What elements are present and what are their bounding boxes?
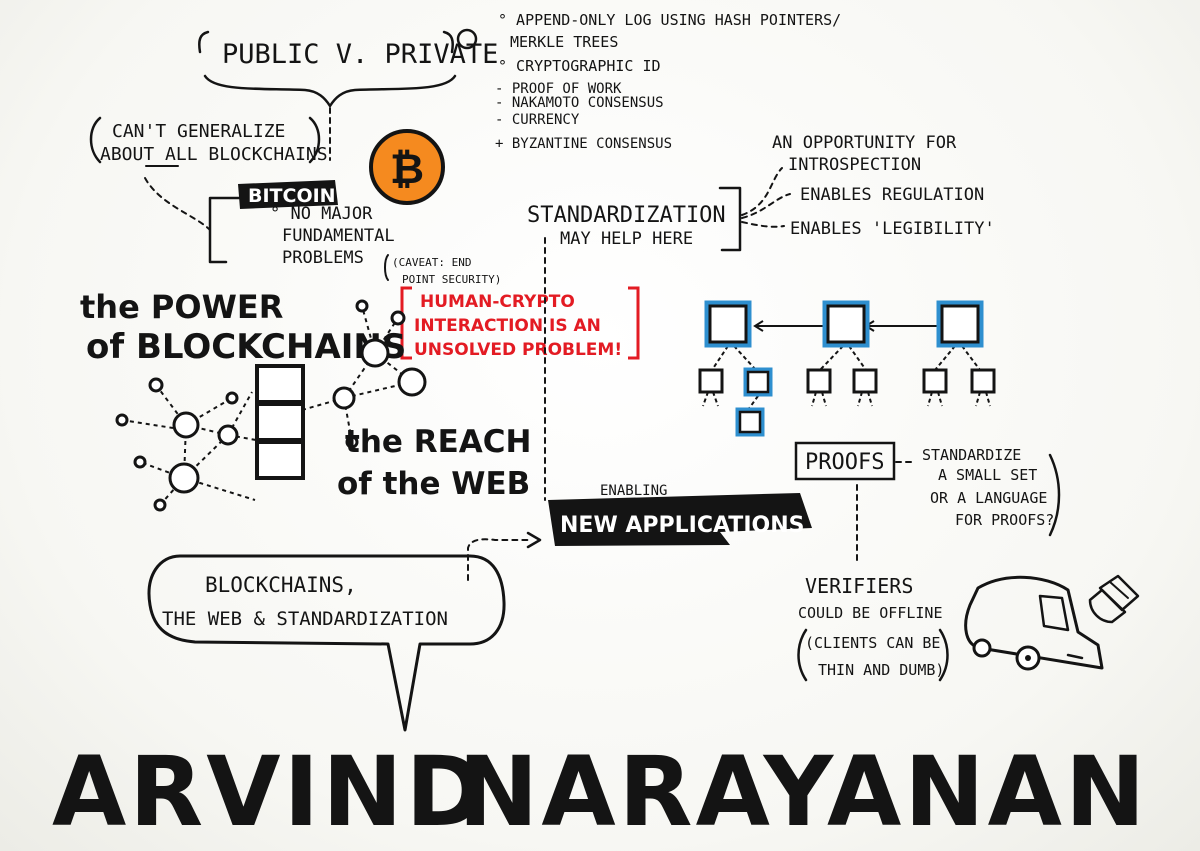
speech-line-2: the WEB & STANDARDIZATION	[162, 608, 448, 630]
caveat-line-1: (CAVEAT: END	[392, 256, 471, 269]
bitcoin-note-2: FUNDAMENTAL	[282, 226, 395, 246]
verifiers-clients-2: THIN and DUMB)	[818, 661, 944, 679]
human-crypto-line-1: HUMAN-CRYPTO	[420, 292, 575, 312]
reach-line-2: of the WEB	[337, 466, 530, 502]
benefit-opportunity: AN OPPORTUNITY for	[772, 133, 957, 153]
reach-of-the-web-title: the REACH of the WEB	[337, 424, 531, 502]
proofs-label: PROOFS	[805, 450, 884, 475]
cant-generalize-line-2: ABOUT ALL BLOCKCHAINS	[100, 144, 328, 165]
new-applications-text: NEW APPLICATIONS	[560, 513, 804, 538]
handheld-device-icon	[1088, 574, 1140, 624]
feature-append-only-log: ° APPEND-ONLY LOG USING HASH POINTERS/	[498, 11, 841, 29]
bitcoin-symbol: ₿	[390, 144, 424, 193]
standardization-subtitle: MAY HELP HERE	[560, 229, 693, 249]
benefit-introspection: INTROSPECTION	[788, 155, 921, 175]
feature-byzantine-consensus: + BYZANTINE CONSENSUS	[495, 136, 672, 152]
bitcoin-coin-icon: ₿	[369, 129, 445, 205]
feature-merkle-trees: MERKLE TREES	[510, 33, 618, 51]
blockchain-features-list: ° APPEND-ONLY LOG USING HASH POINTERS/ M…	[495, 11, 841, 152]
power-line-1: the POWER	[80, 288, 283, 326]
verifiers-title: VERIFIERS	[805, 574, 913, 598]
proofs-note-2: a SMALL SET	[938, 466, 1037, 484]
reach-line-1: the REACH	[345, 424, 531, 460]
bitcoin-note-1: ° NO MAJOR	[270, 204, 373, 224]
proofs-note-3: OR a LANGUAGE	[930, 489, 1047, 507]
speech-line-1: BLOCKCHAINS,	[205, 573, 357, 597]
sketchnote-canvas: PUBLIC v. PRIVATE CAN'T GENERALIZE ABOUT…	[0, 0, 1200, 851]
human-crypto-line-2: INTERACTION is an	[414, 316, 601, 336]
hash-chain-diagram	[698, 300, 996, 437]
benefit-regulation: ENABLES REGULATION	[800, 185, 984, 205]
standardization-title: STANDARDIZATION	[527, 203, 726, 228]
speaker-name: ARVIND NARAYANAN	[52, 736, 1148, 848]
public-private-text: PUBLIC v. PRIVATE	[222, 39, 498, 70]
power-line-2: of BLOCKCHAINS	[86, 327, 406, 367]
speaker-first-name: ARVIND	[52, 736, 488, 848]
human-crypto-line-3: UNSOLVED PROBLEM!	[414, 340, 622, 360]
proofs-note-4: for PROOFS?	[955, 511, 1054, 529]
cant-generalize-line-1: CAN'T GENERALIZE	[112, 121, 285, 142]
talk-speech-bubble: BLOCKCHAINS, the WEB & STANDARDIZATION	[147, 554, 506, 732]
new-applications-banner: NEW APPLICATIONS	[548, 493, 812, 546]
feature-currency: - CURRENCY	[495, 112, 580, 128]
feature-cryptographic-id: ° CRYPTOGRAPHIC ID	[498, 57, 661, 75]
human-crypto-callout: HUMAN-CRYPTO INTERACTION is an UNSOLVED …	[400, 286, 640, 360]
feature-nakamoto-consensus: - NAKAMOTO CONSENSUS	[495, 95, 664, 111]
verifiers-section: VERIFIERS COULD BE OFFLINE (CLIENTS CAN …	[797, 574, 949, 682]
benefit-legibility: ENABLES 'LEGIBILITY'	[790, 219, 995, 239]
enabling-label: ENABLING	[600, 483, 667, 499]
verifiers-clients-1: (CLIENTS CAN BE	[805, 634, 940, 652]
speaker-last-name: NARAYANAN	[458, 736, 1148, 848]
proofs-section: PROOFS STANDARDIZE a SMALL SET OR a LANG…	[794, 441, 1061, 563]
block-stack-icon	[255, 364, 305, 480]
power-of-blockchains-title: the POWER of BLOCKCHAINS	[80, 288, 406, 367]
sketchnote-drawing: PUBLIC v. PRIVATE CAN'T GENERALIZE ABOUT…	[52, 11, 1148, 848]
caveat-line-2: POINT SECURITY)	[402, 273, 501, 286]
delivery-van-icon	[964, 575, 1104, 671]
verifiers-offline: COULD BE OFFLINE	[798, 604, 943, 622]
proofs-note-1: STANDARDIZE	[922, 446, 1021, 464]
bitcoin-note-3: PROBLEMS	[282, 248, 364, 268]
